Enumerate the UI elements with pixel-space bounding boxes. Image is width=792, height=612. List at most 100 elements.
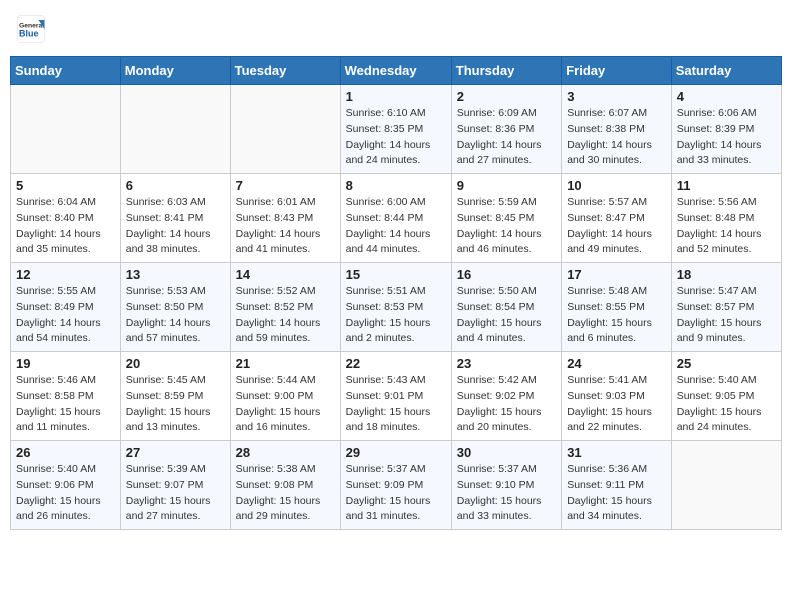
day-number: 8 (346, 178, 446, 193)
weekday-header-thursday: Thursday (451, 57, 561, 85)
weekday-header-friday: Friday (562, 57, 672, 85)
day-info: Sunrise: 5:38 AM Sunset: 9:08 PM Dayligh… (236, 462, 335, 525)
calendar-cell: 9 Sunrise: 5:59 AM Sunset: 8:45 PM Daylig… (451, 174, 561, 263)
day-info: Sunrise: 5:45 AM Sunset: 8:59 PM Dayligh… (126, 373, 225, 436)
day-number: 15 (346, 267, 446, 282)
day-number: 23 (457, 356, 556, 371)
day-number: 26 (16, 445, 115, 460)
day-info: Sunrise: 5:55 AM Sunset: 8:49 PM Dayligh… (16, 284, 115, 347)
day-info: Sunrise: 5:52 AM Sunset: 8:52 PM Dayligh… (236, 284, 335, 347)
calendar-header-row: SundayMondayTuesdayWednesdayThursdayFrid… (11, 57, 782, 85)
day-number: 16 (457, 267, 556, 282)
logo-icon: General Blue (16, 14, 46, 44)
calendar-cell (120, 85, 230, 174)
calendar-week-1: 1Sunrise: 6:10 AM Sunset: 8:35 PM Daylig… (11, 85, 782, 174)
calendar-cell (230, 85, 340, 174)
calendar-cell: 7Sunrise: 6:01 AM Sunset: 8:43 PM Daylig… (230, 174, 340, 263)
day-number: 6 (126, 178, 225, 193)
day-number: 5 (16, 178, 115, 193)
calendar-cell: 30 Sunrise: 5:37 AM Sunset: 9:10 PM Dayli… (451, 441, 561, 530)
day-number: 28 (236, 445, 335, 460)
day-info: Sunrise: 5:44 AM Sunset: 9:00 PM Dayligh… (236, 373, 335, 436)
day-number: 21 (236, 356, 335, 371)
day-info: Sunrise: 5:53 AM Sunset: 8:50 PM Dayligh… (126, 284, 225, 347)
day-number: 19 (16, 356, 115, 371)
day-info: Sunrise: 5:43 AM Sunset: 9:01 PM Dayligh… (346, 373, 446, 436)
day-info: Sunrise: 5:57 AM Sunset: 8:47 PM Dayligh… (567, 195, 666, 258)
weekday-header-saturday: Saturday (671, 57, 781, 85)
calendar-cell: 11 Sunrise: 5:56 AM Sunset: 8:48 PM Dayli… (671, 174, 781, 263)
calendar-cell: 13 Sunrise: 5:53 AM Sunset: 8:50 PM Dayli… (120, 263, 230, 352)
day-number: 24 (567, 356, 666, 371)
calendar-week-4: 19 Sunrise: 5:46 AM Sunset: 8:58 PM Dayli… (11, 352, 782, 441)
calendar-week-3: 12 Sunrise: 5:55 AM Sunset: 8:49 PM Dayli… (11, 263, 782, 352)
day-info: Sunrise: 5:59 AM Sunset: 8:45 PM Dayligh… (457, 195, 556, 258)
calendar-cell: 5 Sunrise: 6:04 AM Sunset: 8:40 PM Daylig… (11, 174, 121, 263)
calendar-cell: 15 Sunrise: 5:51 AM Sunset: 8:53 PM Dayli… (340, 263, 451, 352)
calendar-cell: 25Sunrise: 5:40 AM Sunset: 9:05 PM Dayli… (671, 352, 781, 441)
day-number: 27 (126, 445, 225, 460)
weekday-header-monday: Monday (120, 57, 230, 85)
day-info: Sunrise: 5:36 AM Sunset: 9:11 PM Dayligh… (567, 462, 666, 525)
calendar-cell: 10Sunrise: 5:57 AM Sunset: 8:47 PM Dayli… (562, 174, 672, 263)
calendar-cell: 22 Sunrise: 5:43 AM Sunset: 9:01 PM Dayli… (340, 352, 451, 441)
day-number: 14 (236, 267, 335, 282)
day-number: 4 (677, 89, 776, 104)
day-info: Sunrise: 6:06 AM Sunset: 8:39 PM Dayligh… (677, 106, 776, 169)
day-info: Sunrise: 6:04 AM Sunset: 8:40 PM Dayligh… (16, 195, 115, 258)
calendar-cell: 6 Sunrise: 6:03 AM Sunset: 8:41 PM Daylig… (120, 174, 230, 263)
calendar-cell (671, 441, 781, 530)
day-number: 1 (346, 89, 446, 104)
day-number: 20 (126, 356, 225, 371)
calendar-cell: 4 Sunrise: 6:06 AM Sunset: 8:39 PM Daylig… (671, 85, 781, 174)
calendar-cell: 31 Sunrise: 5:36 AM Sunset: 9:11 PM Dayli… (562, 441, 672, 530)
day-info: Sunrise: 5:40 AM Sunset: 9:06 PM Dayligh… (16, 462, 115, 525)
day-info: Sunrise: 5:39 AM Sunset: 9:07 PM Dayligh… (126, 462, 225, 525)
day-info: Sunrise: 5:51 AM Sunset: 8:53 PM Dayligh… (346, 284, 446, 347)
day-number: 22 (346, 356, 446, 371)
day-info: Sunrise: 6:07 AM Sunset: 8:38 PM Dayligh… (567, 106, 666, 169)
day-info: Sunrise: 5:37 AM Sunset: 9:10 PM Dayligh… (457, 462, 556, 525)
calendar-week-5: 26 Sunrise: 5:40 AM Sunset: 9:06 PM Dayli… (11, 441, 782, 530)
svg-text:Blue: Blue (19, 29, 39, 39)
calendar-cell: 2Sunrise: 6:09 AM Sunset: 8:36 PM Daylig… (451, 85, 561, 174)
day-number: 30 (457, 445, 556, 460)
day-info: Sunrise: 5:56 AM Sunset: 8:48 PM Dayligh… (677, 195, 776, 258)
calendar-cell: 24 Sunrise: 5:41 AM Sunset: 9:03 PM Dayli… (562, 352, 672, 441)
day-info: Sunrise: 6:03 AM Sunset: 8:41 PM Dayligh… (126, 195, 225, 258)
calendar-cell (11, 85, 121, 174)
weekday-header-wednesday: Wednesday (340, 57, 451, 85)
calendar-cell: 18Sunrise: 5:47 AM Sunset: 8:57 PM Dayli… (671, 263, 781, 352)
calendar-table: SundayMondayTuesdayWednesdayThursdayFrid… (10, 56, 782, 530)
calendar-cell: 19 Sunrise: 5:46 AM Sunset: 8:58 PM Dayli… (11, 352, 121, 441)
logo: General Blue (16, 14, 50, 44)
day-info: Sunrise: 5:46 AM Sunset: 8:58 PM Dayligh… (16, 373, 115, 436)
calendar-cell: 28 Sunrise: 5:38 AM Sunset: 9:08 PM Dayli… (230, 441, 340, 530)
weekday-header-sunday: Sunday (11, 57, 121, 85)
day-info: Sunrise: 5:41 AM Sunset: 9:03 PM Dayligh… (567, 373, 666, 436)
day-number: 13 (126, 267, 225, 282)
calendar-cell: 21 Sunrise: 5:44 AM Sunset: 9:00 PM Dayli… (230, 352, 340, 441)
day-number: 29 (346, 445, 446, 460)
calendar-week-2: 5 Sunrise: 6:04 AM Sunset: 8:40 PM Daylig… (11, 174, 782, 263)
day-number: 31 (567, 445, 666, 460)
day-number: 12 (16, 267, 115, 282)
day-info: Sunrise: 5:42 AM Sunset: 9:02 PM Dayligh… (457, 373, 556, 436)
day-number: 18 (677, 267, 776, 282)
calendar-cell: 26 Sunrise: 5:40 AM Sunset: 9:06 PM Dayli… (11, 441, 121, 530)
calendar-cell: 29Sunrise: 5:37 AM Sunset: 9:09 PM Dayli… (340, 441, 451, 530)
day-number: 9 (457, 178, 556, 193)
day-info: Sunrise: 5:40 AM Sunset: 9:05 PM Dayligh… (677, 373, 776, 436)
day-info: Sunrise: 6:01 AM Sunset: 8:43 PM Dayligh… (236, 195, 335, 258)
day-info: Sunrise: 5:48 AM Sunset: 8:55 PM Dayligh… (567, 284, 666, 347)
day-number: 17 (567, 267, 666, 282)
day-info: Sunrise: 5:50 AM Sunset: 8:54 PM Dayligh… (457, 284, 556, 347)
calendar-cell: 16 Sunrise: 5:50 AM Sunset: 8:54 PM Dayli… (451, 263, 561, 352)
day-number: 3 (567, 89, 666, 104)
calendar-cell: 17 Sunrise: 5:48 AM Sunset: 8:55 PM Dayli… (562, 263, 672, 352)
calendar-cell: 27 Sunrise: 5:39 AM Sunset: 9:07 PM Dayli… (120, 441, 230, 530)
page-header: General Blue (10, 10, 782, 48)
day-info: Sunrise: 6:00 AM Sunset: 8:44 PM Dayligh… (346, 195, 446, 258)
calendar-cell: 20 Sunrise: 5:45 AM Sunset: 8:59 PM Dayli… (120, 352, 230, 441)
day-number: 11 (677, 178, 776, 193)
